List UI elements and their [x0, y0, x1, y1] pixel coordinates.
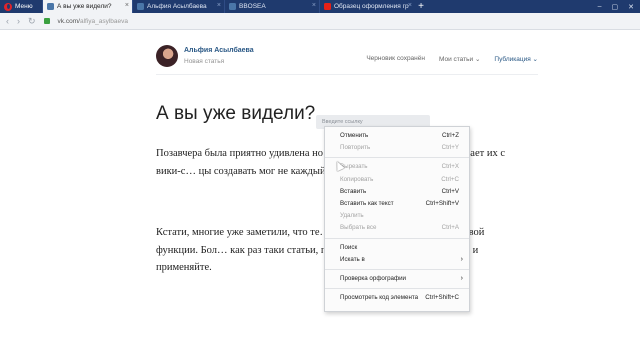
- context-menu-item[interactable]: Искать в ›: [325, 254, 469, 266]
- tab-profile[interactable]: Альфия Асылбаева ×: [132, 0, 224, 13]
- menu-item-label: Поиск: [340, 243, 358, 251]
- opera-menu-button[interactable]: Меню: [0, 0, 42, 13]
- context-menu-item[interactable]: Проверка орфографии ›: [325, 273, 469, 285]
- avatar[interactable]: [156, 45, 178, 67]
- page-content: Альфия Асылбаева Новая статья Черновик с…: [0, 31, 640, 360]
- address-bar: ‹ › ↻ vk.com/alfiya_asylbaeva: [0, 13, 640, 30]
- minimize-icon[interactable]: –: [598, 3, 602, 10]
- menu-separator: [325, 237, 469, 239]
- menu-item-shortcut: Ctrl+C: [441, 175, 459, 183]
- menu-item-label: Удалить: [340, 212, 364, 220]
- menu-item-label: Проверка орфографии: [340, 274, 406, 282]
- context-menu-item[interactable]: Поиск: [325, 242, 469, 254]
- menu-item-shortcut: Ctrl+Shift+V: [425, 199, 459, 207]
- lock-icon: [43, 18, 50, 24]
- menu-item-shortcut: Ctrl+Shift+C: [425, 294, 459, 302]
- context-menu-item: Повторить Ctrl+Y: [325, 142, 469, 154]
- menu-item-label: Копировать: [340, 175, 374, 183]
- back-icon[interactable]: ‹: [6, 16, 9, 26]
- context-menu-item: Выбрать все Ctrl+A: [325, 222, 469, 234]
- youtube-favicon-icon: [324, 3, 331, 10]
- context-menu-item: Копировать Ctrl+C: [325, 174, 469, 186]
- menu-item-label: Искать в: [340, 255, 365, 263]
- menu-item-label: Выбрать все: [340, 224, 377, 232]
- close-tab-icon[interactable]: ×: [408, 2, 412, 9]
- close-tab-icon[interactable]: ×: [312, 2, 316, 9]
- menu-item-shortcut: Ctrl+X: [441, 163, 459, 171]
- vk-favicon-icon: [137, 3, 144, 10]
- vk-favicon-icon: [47, 3, 54, 10]
- url-path: alfiya_asylbaeva: [79, 17, 129, 25]
- browser-tab-bar: Меню А вы уже видели? × Альфия Асылбаева…: [0, 0, 640, 13]
- draft-status: Черновик сохранён: [366, 55, 425, 62]
- opera-logo-icon: [4, 2, 12, 11]
- menu-item-label: Отменить: [340, 132, 369, 139]
- context-menu-item[interactable]: Вставить Ctrl+V: [325, 186, 469, 198]
- close-tab-icon[interactable]: ×: [125, 2, 129, 9]
- context-menu-item: Удалить: [325, 210, 469, 222]
- menu-item-shortcut: Ctrl+V: [441, 187, 459, 195]
- tab-youtube[interactable]: Образец оформления гр ×: [319, 0, 415, 13]
- menu-separator: [325, 288, 469, 290]
- editor-header: Альфия Асылбаева Новая статья Черновик с…: [156, 41, 538, 75]
- context-menu: Отменить Ctrl+Z Повторить Ctrl+Y Вырезать Ctr…: [324, 126, 470, 312]
- chevron-down-icon: ⌄: [532, 56, 538, 63]
- my-articles-label: Мои статьи: [438, 56, 474, 63]
- chevron-down-icon: ⌄: [474, 56, 481, 63]
- article-title[interactable]: А вы уже видели?: [156, 103, 315, 125]
- menu-item-shortcut: Ctrl+Y: [441, 144, 459, 152]
- tab-title: Образец оформления гр: [334, 3, 409, 10]
- context-menu-item[interactable]: Вставить как текст Ctrl+Shift+V: [325, 198, 469, 210]
- context-menu-item: Вырезать Ctrl+X: [325, 161, 469, 173]
- context-menu-item[interactable]: Просмотреть код элемента Ctrl+Shift+C: [325, 292, 469, 304]
- editor-actions: Черновик сохранён Мои статьи ⌄ Публикаци…: [366, 55, 538, 63]
- menu-item-label: Просмотреть код элемента: [340, 294, 419, 302]
- menu-separator: [325, 268, 469, 270]
- close-window-icon[interactable]: ✕: [628, 3, 634, 11]
- new-tab-button[interactable]: +: [415, 0, 427, 13]
- maximize-icon[interactable]: ▢: [612, 3, 619, 11]
- menu-item-shortcut: Ctrl+A: [441, 224, 459, 232]
- tab-title: Альфия Асылбаева: [147, 3, 207, 10]
- publish-menu[interactable]: Публикация ⌄: [494, 55, 538, 63]
- menu-item-label: Вставить как текст: [340, 199, 394, 207]
- author-name[interactable]: Альфия Асылбаева: [184, 47, 254, 54]
- tab-title: А вы уже видели?: [57, 3, 112, 10]
- window-controls: – ▢ ✕: [598, 0, 640, 13]
- opera-menu-label: Меню: [15, 3, 33, 10]
- context-menu-item[interactable]: Отменить Ctrl+Z: [325, 130, 469, 142]
- tab-bbosea[interactable]: BBOSEA ×: [224, 0, 319, 13]
- reload-icon[interactable]: ↻: [28, 16, 36, 27]
- close-tab-icon[interactable]: ×: [217, 2, 221, 9]
- tab-title: BBOSEA: [239, 3, 266, 10]
- menu-item-label: Вставить: [340, 187, 367, 195]
- vk-favicon-icon: [229, 3, 236, 10]
- publish-label: Публикация: [494, 56, 531, 63]
- submenu-arrow-icon: ›: [460, 274, 463, 282]
- menu-item-shortcut: Ctrl+Z: [441, 132, 459, 139]
- url-host: vk.com/: [57, 17, 80, 25]
- tab-article[interactable]: А вы уже видели? ×: [42, 0, 132, 13]
- forward-icon[interactable]: ›: [17, 16, 20, 26]
- my-articles-menu[interactable]: Мои статьи ⌄: [439, 55, 480, 63]
- url-field[interactable]: vk.com/alfiya_asylbaeva: [58, 18, 128, 25]
- menu-item-label: Повторить: [340, 144, 371, 152]
- submenu-arrow-icon: ›: [460, 255, 463, 263]
- menu-separator: [325, 157, 469, 159]
- article-status: Новая статья: [184, 58, 225, 65]
